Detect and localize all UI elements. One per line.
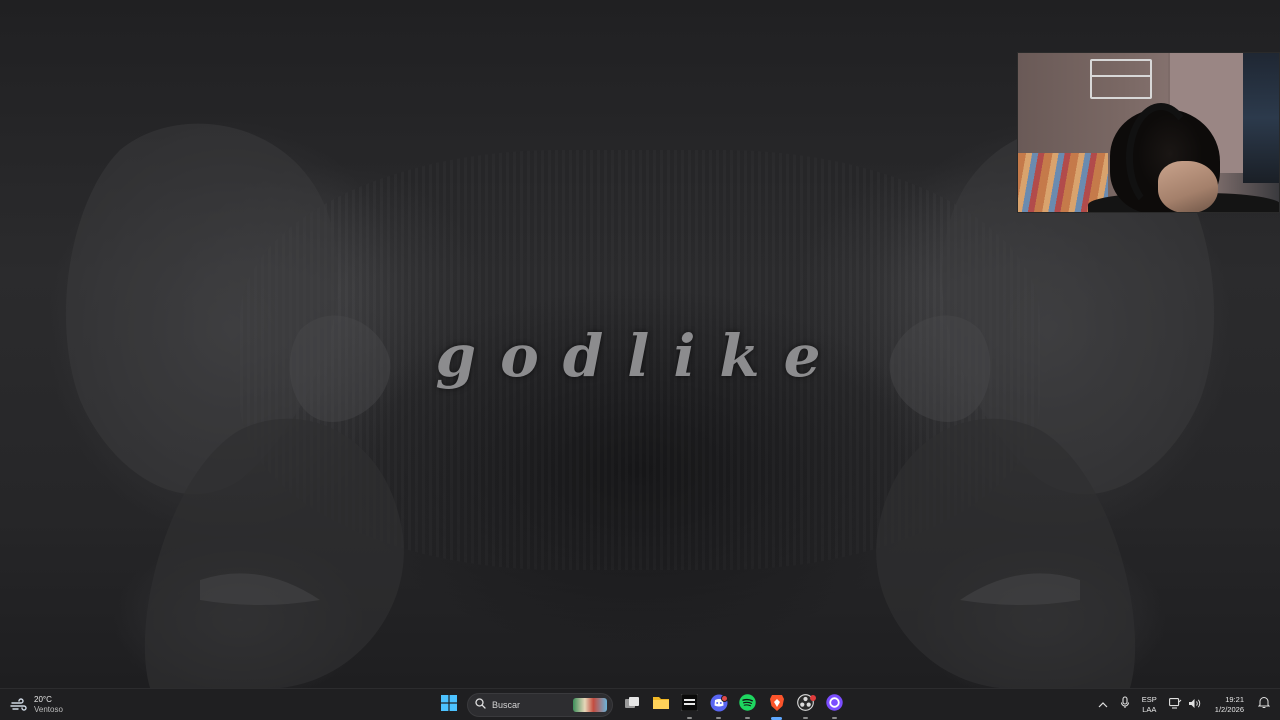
- task-view-icon: [624, 696, 640, 715]
- spotify-button[interactable]: [733, 689, 762, 720]
- file-explorer-button[interactable]: [646, 689, 675, 720]
- microphone-icon: [1120, 696, 1130, 714]
- windy-weather-icon: [10, 697, 28, 713]
- webcam-headset: [1126, 103, 1196, 212]
- folder-icon: [652, 695, 670, 715]
- wallpaper-title: godlike: [435, 322, 845, 390]
- running-indicator: [745, 717, 750, 719]
- spotify-icon: [739, 694, 756, 716]
- webcam-background-shelf: [1090, 59, 1152, 99]
- circle-app-button[interactable]: [820, 689, 849, 720]
- clock-date-button[interactable]: 19:21 1/2/2026: [1207, 689, 1252, 720]
- obs-button[interactable]: [791, 689, 820, 720]
- capcut-button[interactable]: [675, 689, 704, 720]
- webcam-overlay: [1017, 52, 1280, 213]
- webcam-background-rack: [1243, 53, 1279, 183]
- circle-app-icon: [826, 694, 843, 716]
- notifications-button[interactable]: [1252, 689, 1280, 720]
- windows-start-icon: [440, 694, 457, 716]
- discord-button[interactable]: [704, 689, 733, 720]
- weather-condition: Ventoso: [34, 705, 63, 714]
- microphone-button[interactable]: [1114, 689, 1136, 720]
- discord-notification-badge: [721, 695, 728, 702]
- search-highlight-image: [573, 698, 607, 712]
- start-button[interactable]: [434, 689, 463, 720]
- language-switcher[interactable]: ESP LAA: [1136, 689, 1163, 720]
- keyboard-layout: LAA: [1142, 705, 1157, 714]
- network-volume-button[interactable]: [1163, 689, 1207, 720]
- running-indicator: [832, 717, 837, 719]
- search-icon: [475, 696, 486, 714]
- running-indicator: [803, 717, 808, 719]
- running-indicator: [716, 717, 721, 719]
- webcam-shelf-bar: [1090, 75, 1152, 77]
- weather-temperature: 20°C: [34, 695, 52, 704]
- search-placeholder: Buscar: [492, 700, 521, 710]
- taskbar-apps: Buscar: [434, 689, 849, 720]
- taskbar: 20°C Ventoso Buscar ESP LAA 19:21 1/2/20…: [0, 688, 1280, 720]
- recording-indicator: [810, 695, 816, 701]
- volume-icon: [1188, 696, 1201, 714]
- chevron-up-icon: [1098, 696, 1108, 714]
- taskbar-search[interactable]: Buscar: [467, 693, 613, 717]
- notification-bell-icon: [1257, 696, 1271, 714]
- capcut-icon: [680, 693, 699, 716]
- task-view-button[interactable]: [617, 689, 646, 720]
- brave-button[interactable]: [762, 689, 791, 720]
- clock-date: 1/2/2026: [1214, 705, 1244, 714]
- show-hidden-icons-button[interactable]: [1092, 689, 1114, 720]
- language-code: ESP: [1141, 695, 1157, 704]
- brave-icon: [769, 694, 785, 717]
- network-icon: [1168, 696, 1182, 714]
- system-tray: ESP LAA 19:21 1/2/2026: [1092, 689, 1280, 720]
- running-indicator: [687, 717, 692, 719]
- weather-widget[interactable]: 20°C Ventoso: [10, 693, 63, 717]
- clock-time: 19:21: [1225, 695, 1244, 704]
